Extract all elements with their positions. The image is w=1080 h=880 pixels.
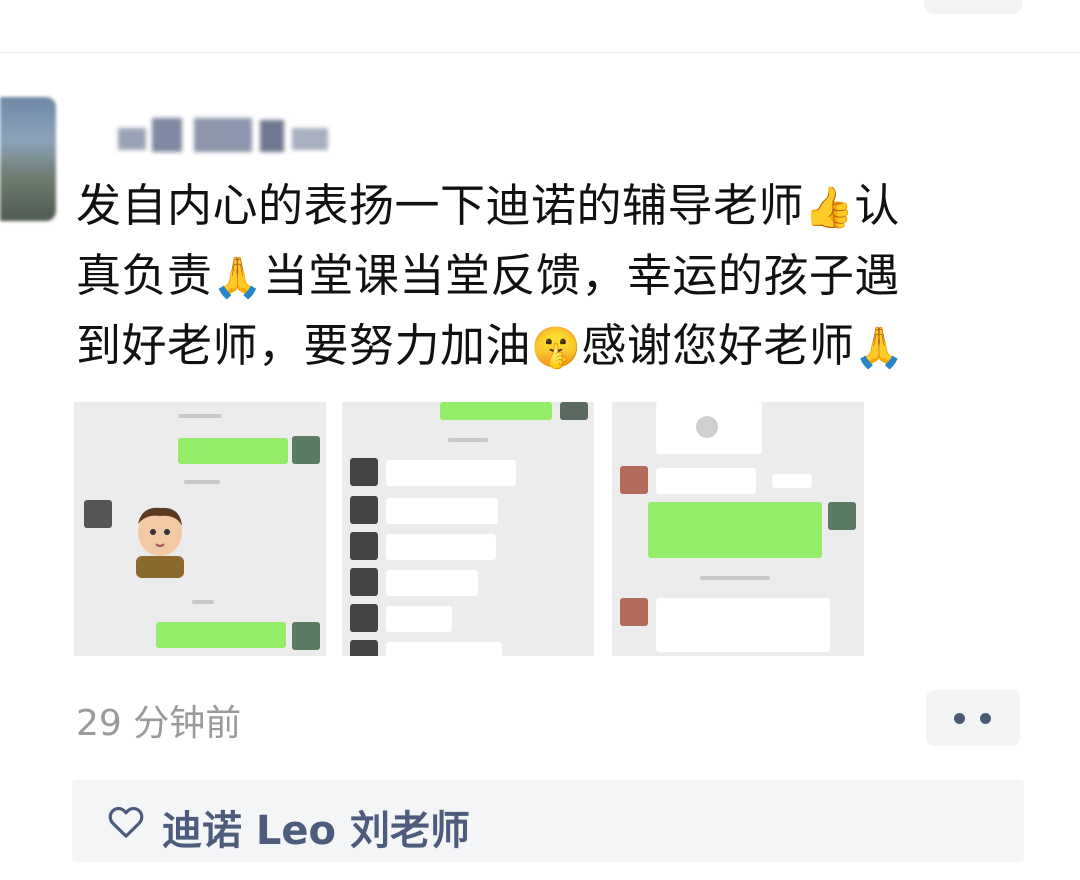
pray-hands-icon: 🙏 xyxy=(854,325,905,371)
image-thumb-2[interactable] xyxy=(342,402,594,656)
chat-bubble xyxy=(440,402,552,420)
avatar xyxy=(350,568,378,596)
dot-icon xyxy=(954,713,965,724)
voice-bubble xyxy=(386,534,496,560)
chat-timestamp xyxy=(448,438,488,442)
chat-bubble xyxy=(656,598,830,652)
avatar xyxy=(350,640,378,656)
image-thumb-1[interactable] xyxy=(74,402,326,656)
post-text: 发自内心的表扬一下迪诺的辅导老师👍认 真负责🙏当堂课当堂反馈，幸运的孩子遇 到好… xyxy=(76,172,1036,382)
transcribe-tag xyxy=(772,474,812,488)
chat-timestamp xyxy=(184,480,220,484)
avatar xyxy=(350,532,378,560)
voice-bubble xyxy=(386,570,478,596)
more-options-button[interactable] xyxy=(926,690,1020,746)
pray-hands-icon: 🙏 xyxy=(212,255,263,301)
voice-bubble xyxy=(386,606,452,632)
avatar[interactable] xyxy=(0,97,56,221)
avatar xyxy=(350,458,378,486)
liker-names[interactable]: 迪诺 Leo 刘老师 xyxy=(162,798,470,856)
chat-timestamp xyxy=(700,576,770,580)
avatar xyxy=(620,466,648,494)
dot-icon xyxy=(980,713,991,724)
chat-timestamp xyxy=(178,414,222,418)
post-text-line1: 发自内心的表扬一下迪诺的辅导老师 xyxy=(76,179,805,232)
avatar xyxy=(828,502,856,530)
post-text-line2b: 当堂课当堂反馈，幸运的孩子遇 xyxy=(262,249,900,302)
voice-bubble xyxy=(656,468,756,494)
avatar xyxy=(350,496,378,524)
post-text-line3a: 到好老师，要努力加油 xyxy=(76,319,532,372)
chat-timestamp xyxy=(192,600,214,604)
likes-section: 迪诺 Leo 刘老师 xyxy=(72,780,1024,862)
voice-bubble xyxy=(386,642,502,656)
post-time: 29 分钟前 xyxy=(76,703,242,744)
post-text-line2a: 真负责 xyxy=(76,249,213,302)
chat-bubble xyxy=(156,622,286,648)
avatar xyxy=(84,500,112,528)
voice-bubble xyxy=(386,498,498,524)
post-text-line1-end: 认 xyxy=(854,179,900,232)
username-blurred[interactable] xyxy=(112,116,334,156)
thumbs-up-icon: 👍 xyxy=(804,185,855,231)
post-images xyxy=(74,402,866,656)
cartoon-sticker-icon xyxy=(136,507,184,578)
image-thumb-3[interactable] xyxy=(612,402,864,656)
avatar xyxy=(620,598,648,626)
chat-bubble xyxy=(648,502,822,558)
shush-face-icon: 🤫 xyxy=(531,325,582,371)
heart-icon xyxy=(108,806,144,838)
avatar xyxy=(350,604,378,632)
avatar xyxy=(560,402,588,420)
post-text-line3b: 感谢您好老师 xyxy=(581,319,855,372)
top-bar xyxy=(0,0,1080,53)
chat-bubble xyxy=(178,438,288,464)
top-bar-button[interactable] xyxy=(924,0,1022,14)
avatar xyxy=(292,622,320,650)
avatar xyxy=(292,436,320,464)
video-message xyxy=(656,402,762,454)
voice-bubble xyxy=(386,460,516,486)
